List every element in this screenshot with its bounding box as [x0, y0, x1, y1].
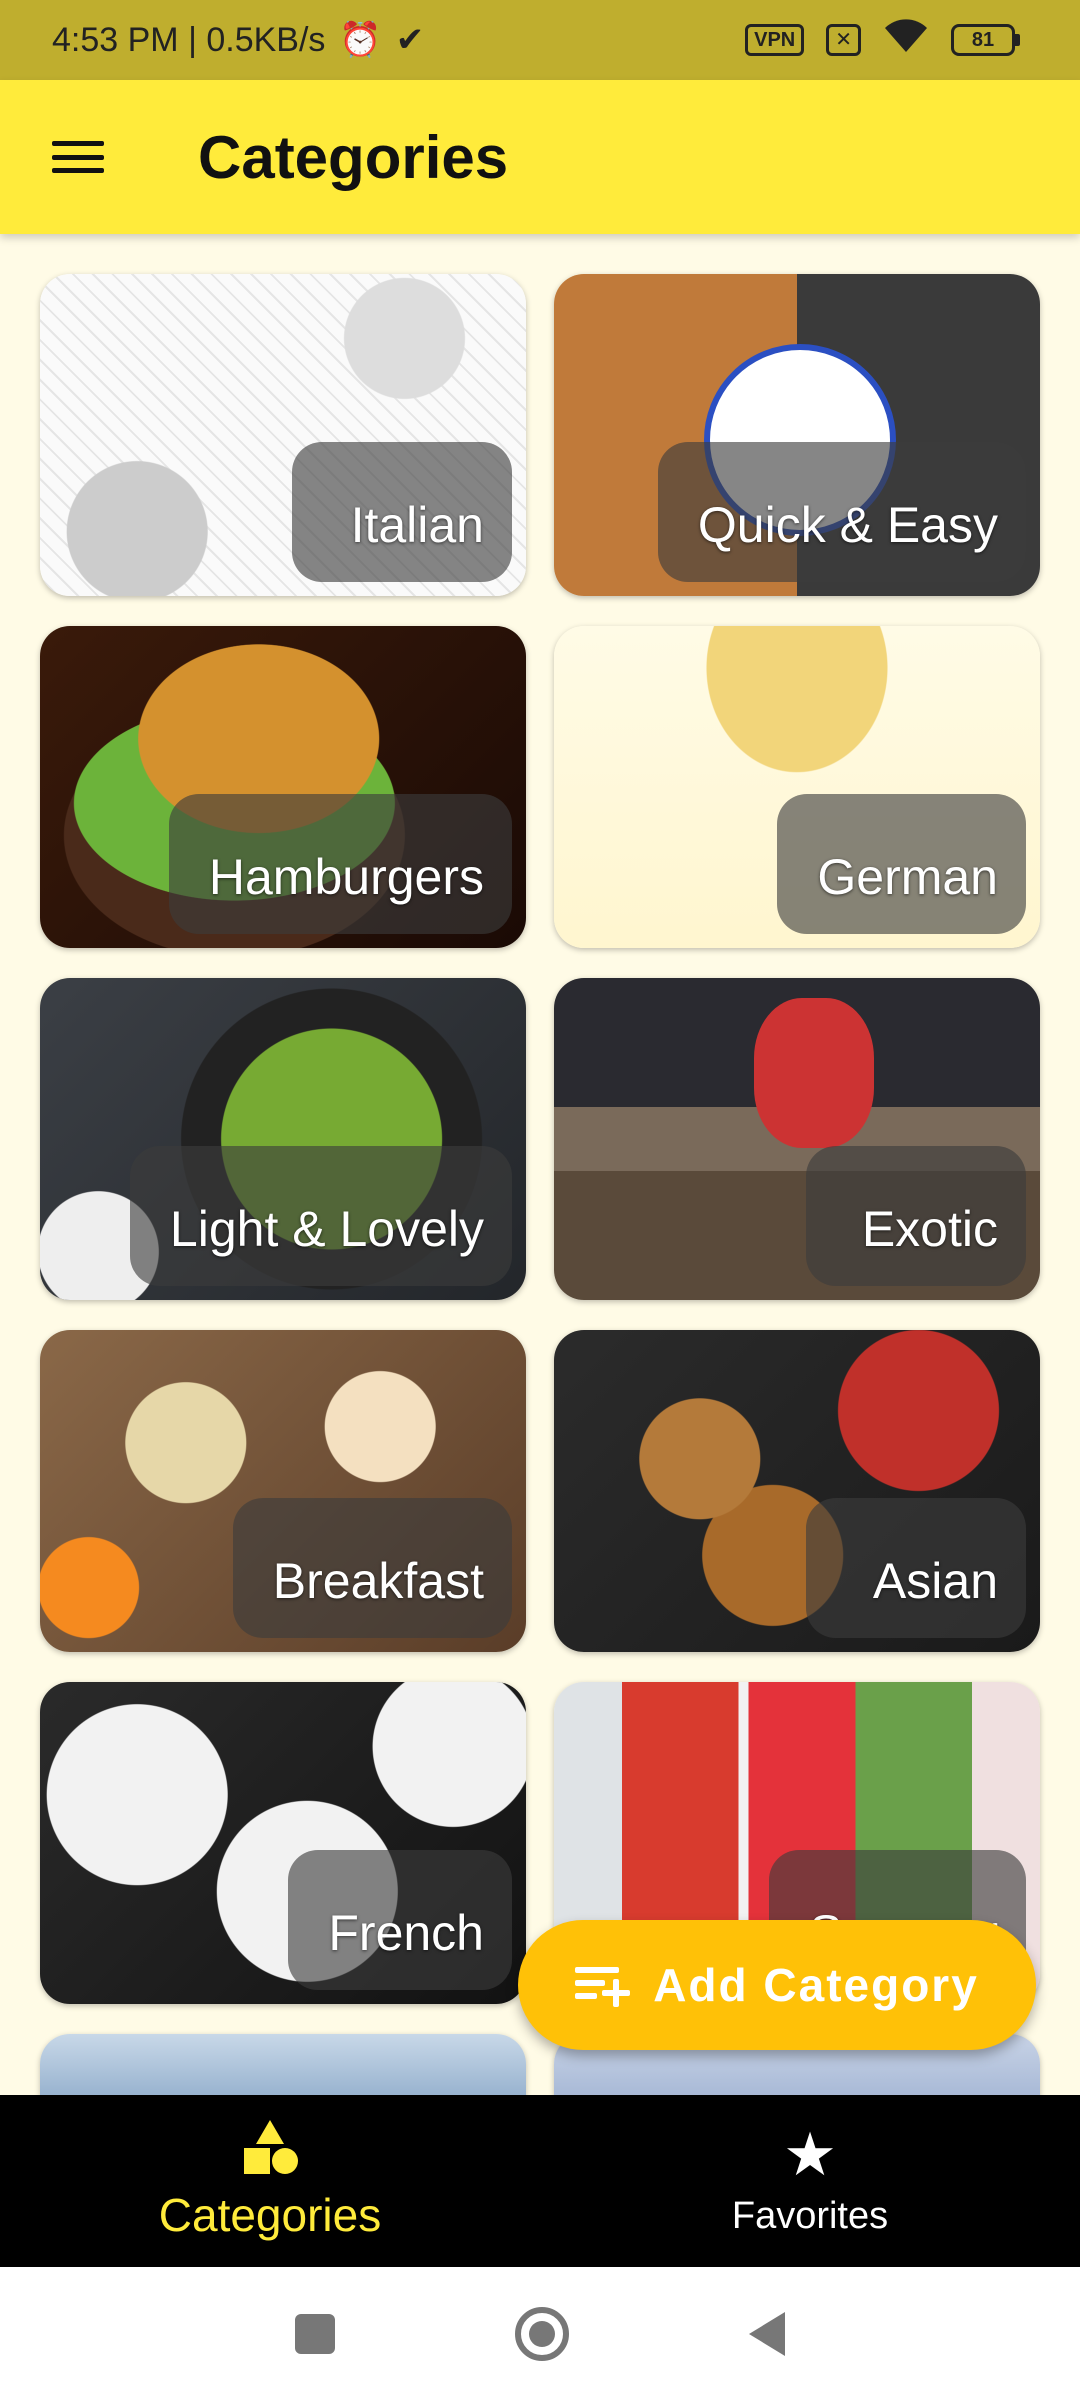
category-label-overlay: German [777, 794, 1026, 934]
battery-icon: 81 [951, 24, 1020, 56]
category-label-overlay: Exotic [806, 1146, 1026, 1286]
shape-square [244, 2148, 270, 2174]
status-right: VPN ✕ 81 [745, 18, 1020, 63]
category-label-overlay: Breakfast [232, 1498, 512, 1638]
category-label-overlay: French [288, 1850, 512, 1990]
nav-item-favorites[interactable]: ★ Favorites [540, 2095, 1080, 2267]
category-label-overlay: Quick & Easy [657, 442, 1026, 582]
star-icon: ★ [783, 2120, 837, 2188]
notification-icon: ✔ [395, 21, 425, 59]
category-card-quick-easy[interactable]: Quick & Easy [554, 274, 1040, 596]
playlist-add-icon [575, 1963, 631, 2007]
category-label: Asian [872, 1553, 998, 1609]
category-card-french[interactable]: French [40, 1682, 526, 2004]
nav-item-categories[interactable]: Categories [0, 2095, 540, 2267]
back-button[interactable] [749, 2311, 785, 2356]
category-card-breakfast[interactable]: Breakfast [40, 1330, 526, 1652]
home-button[interactable] [515, 2306, 569, 2361]
add-category-label: Add Category [653, 1959, 979, 2011]
menu-line [52, 154, 104, 160]
category-card-asian[interactable]: Asian [554, 1330, 1040, 1652]
category-grid: Italian Quick & Easy Hamburgers German L… [40, 274, 1040, 2114]
category-card-german[interactable]: German [554, 626, 1040, 948]
category-label: French [328, 1905, 484, 1961]
category-card-hamburgers[interactable]: Hamburgers [40, 626, 526, 948]
category-shapes-icon [240, 2120, 300, 2178]
fab-icon-plus [602, 1990, 631, 1996]
category-label: Light & Lovely [169, 1201, 484, 1257]
shape-triangle [256, 2120, 284, 2144]
menu-line [52, 141, 104, 146]
recents-button[interactable] [295, 2313, 335, 2354]
bottom-navigation: Categories ★ Favorites [0, 2095, 1080, 2267]
category-label-overlay: Light & Lovely [129, 1146, 512, 1286]
category-card-light-lovely[interactable]: Light & Lovely [40, 978, 526, 1300]
category-label: Breakfast [272, 1553, 484, 1609]
fab-icon-line [575, 1967, 620, 1973]
vpn-icon: VPN [745, 24, 805, 56]
category-label: Exotic [861, 1201, 998, 1257]
status-bar: 4:53 PM | 0.5KB/s ⏰ ✔ VPN ✕ 81 [0, 0, 1080, 80]
fab-icon-line [575, 1980, 606, 1986]
category-label-overlay: Hamburgers [168, 794, 512, 934]
battery-tip [1015, 34, 1020, 46]
page-title: Categories [198, 123, 509, 191]
nav-label-favorites: Favorites [731, 2194, 889, 2237]
alarm-clock-icon: ⏰ [339, 21, 382, 59]
battery-level: 81 [951, 24, 1015, 56]
category-label: Hamburgers [208, 849, 484, 905]
category-card-italian[interactable]: Italian [40, 274, 526, 596]
category-label: German [817, 849, 998, 905]
system-navigation-bar [0, 2267, 1080, 2400]
home-icon [529, 2320, 555, 2347]
status-left: 4:53 PM | 0.5KB/s ⏰ ✔ [52, 20, 424, 60]
category-label: Italian [350, 497, 484, 553]
category-label-overlay: Italian [292, 442, 512, 582]
add-category-button[interactable]: Add Category [518, 1920, 1036, 2050]
status-time: 4:53 PM | 0.5KB/s [52, 20, 326, 59]
sim-off-icon: ✕ [826, 24, 861, 56]
wifi-icon [883, 18, 929, 63]
category-card-exotic[interactable]: Exotic [554, 978, 1040, 1300]
nav-label-categories: Categories [158, 2189, 382, 2241]
category-label-overlay: Asian [806, 1498, 1026, 1638]
app-bar: Categories [0, 80, 1080, 234]
fab-icon-line [575, 1993, 598, 1999]
menu-line [52, 168, 104, 173]
hamburger-menu-icon[interactable] [50, 135, 106, 179]
category-label: Quick & Easy [697, 497, 998, 553]
shape-circle [272, 2148, 298, 2174]
